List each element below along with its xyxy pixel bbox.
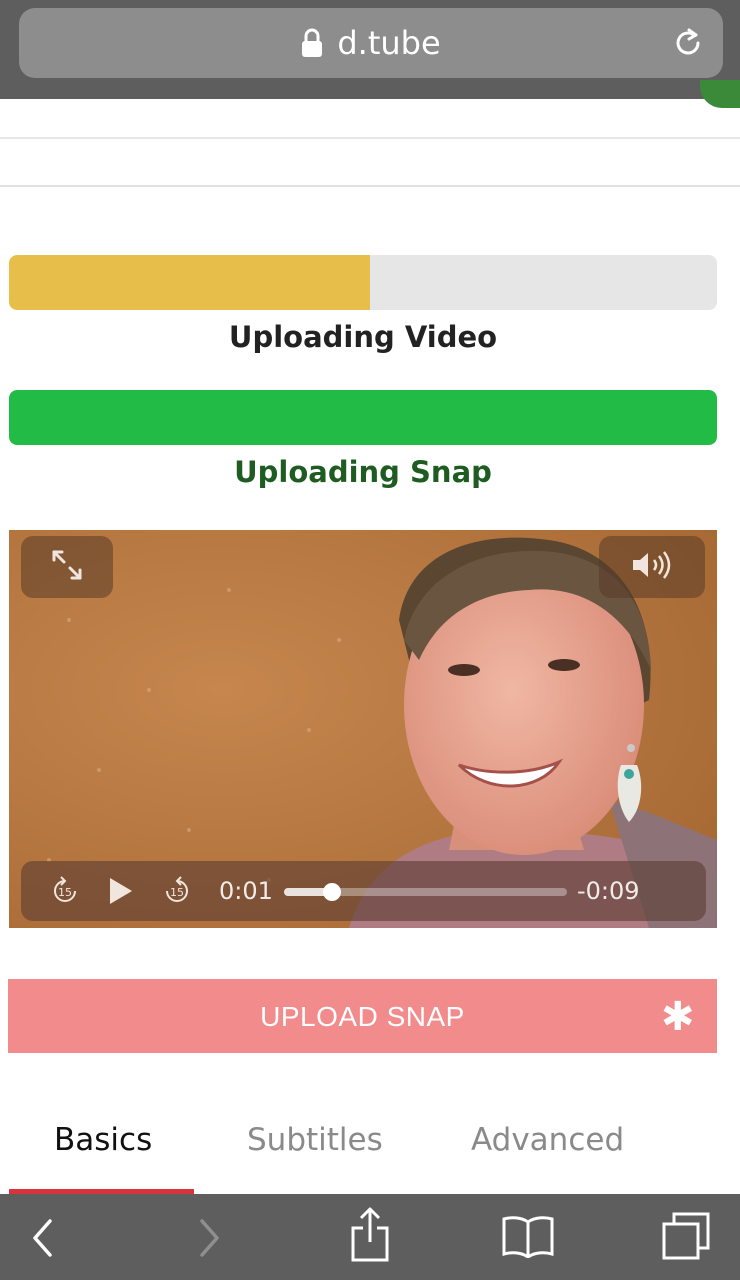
address-bar-content: d.tube xyxy=(19,8,723,78)
play-icon xyxy=(110,878,132,904)
tab-subtitles[interactable]: Subtitles xyxy=(247,1122,383,1158)
upload-snap-label: UPLOAD SNAP xyxy=(260,1001,465,1032)
rewind-15-icon[interactable]: 15 xyxy=(49,875,81,912)
url-text: d.tube xyxy=(337,24,441,62)
upload-snap-button[interactable]: UPLOAD SNAP ✱ xyxy=(8,979,717,1053)
snap-upload-progress-bar xyxy=(9,390,717,445)
tab-basics[interactable]: Basics xyxy=(54,1122,152,1158)
tab-advanced[interactable]: Advanced xyxy=(471,1122,624,1158)
forward-icon[interactable] xyxy=(196,1218,222,1263)
divider xyxy=(0,185,740,187)
video-player[interactable]: 15 15 0:01 -0:09 xyxy=(9,530,717,928)
volume-button[interactable] xyxy=(599,536,705,598)
reload-icon[interactable] xyxy=(671,26,705,60)
volume-icon xyxy=(630,550,674,585)
video-upload-progress-bar xyxy=(9,255,717,310)
back-icon[interactable] xyxy=(30,1218,56,1263)
forward-15-icon[interactable]: 15 xyxy=(161,875,193,912)
remaining-time: -0:09 xyxy=(577,877,640,905)
fullscreen-icon xyxy=(50,548,84,587)
video-upload-status: Uploading Video xyxy=(228,320,498,354)
snap-upload-status: Uploading Snap xyxy=(234,455,492,489)
browser-top-bar: d.tube xyxy=(0,0,740,108)
fullscreen-button[interactable] xyxy=(21,536,113,598)
bookmarks-icon[interactable] xyxy=(501,1214,555,1263)
tabs-icon[interactable] xyxy=(660,1210,712,1267)
seek-handle[interactable] xyxy=(323,883,342,901)
lock-icon xyxy=(301,28,323,58)
divider xyxy=(0,137,740,139)
address-bar[interactable]: d.tube xyxy=(19,8,723,78)
asterisk-icon: ✱ xyxy=(660,995,695,1039)
play-button[interactable] xyxy=(108,876,134,911)
svg-text:15: 15 xyxy=(170,886,184,899)
current-time: 0:01 xyxy=(219,877,273,905)
avatar[interactable] xyxy=(700,80,740,108)
svg-text:15: 15 xyxy=(58,886,72,899)
playback-controls: 15 15 0:01 -0:09 xyxy=(21,861,706,921)
seek-bar[interactable] xyxy=(284,883,567,901)
browser-bottom-toolbar xyxy=(0,1194,740,1280)
share-icon[interactable] xyxy=(349,1206,391,1269)
snap-upload-progress-fill xyxy=(9,390,717,445)
video-upload-progress-fill xyxy=(9,255,371,310)
